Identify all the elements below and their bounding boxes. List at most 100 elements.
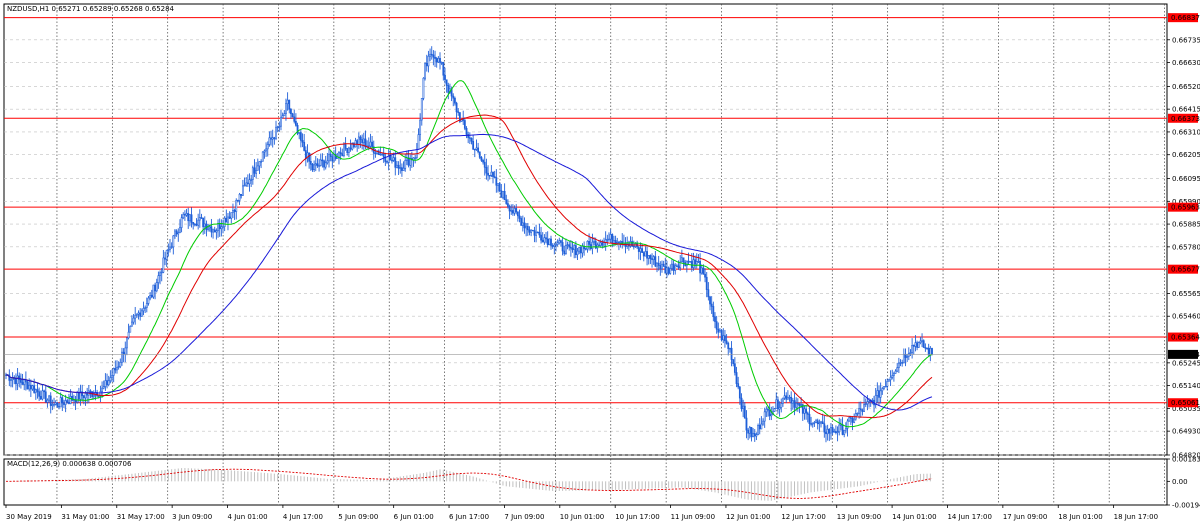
candle-body [511, 210, 514, 214]
macd-y-tick-label: -0.001942 [1172, 502, 1200, 510]
moving-average-line[interactable] [6, 133, 933, 411]
candle-body [747, 429, 750, 434]
candle-body [233, 209, 236, 212]
candle-body [278, 125, 281, 128]
candle-body [121, 351, 123, 363]
candle-body [849, 417, 852, 419]
candle-body [240, 193, 243, 196]
candle-body [810, 423, 812, 425]
candle-body [15, 378, 17, 385]
candle-body [566, 244, 569, 246]
candle-body [526, 225, 529, 231]
candle-body [556, 242, 559, 245]
candle-body [97, 395, 100, 397]
candle-body [561, 242, 564, 252]
candle-body [818, 422, 821, 425]
candle-body [856, 412, 859, 415]
candle-body [563, 250, 566, 254]
candle-body [831, 427, 834, 433]
candle-body [768, 409, 771, 417]
candle-body [23, 379, 26, 385]
candle-body [709, 296, 711, 305]
candle-body [571, 247, 574, 250]
candle-body [212, 229, 214, 233]
candle-body [584, 248, 587, 250]
candle-body [883, 386, 885, 389]
candle-body [313, 164, 316, 171]
chart-window[interactable]: 0.66735 0.66630 0.66520 0.66415 0.66310 0.662… [0, 0, 1200, 523]
candle-body [20, 379, 22, 383]
candle-body [765, 408, 768, 413]
x-tick-label: 14 Jun 01:00 [892, 513, 936, 521]
candle-body [775, 399, 778, 410]
candle-body [914, 342, 917, 347]
candle-body [661, 263, 663, 270]
candle-body [838, 424, 841, 433]
candle-body [470, 137, 473, 142]
candle-body [294, 121, 297, 126]
candle-body [222, 226, 224, 228]
candle-body [180, 217, 183, 228]
candle-body [475, 147, 478, 150]
candle-body [281, 115, 284, 119]
candle-body [666, 267, 668, 274]
candle-body [828, 428, 831, 434]
candle-body [260, 161, 263, 163]
candle-body [235, 200, 238, 212]
candle-body [719, 330, 721, 333]
candle-body [921, 340, 923, 342]
candle-body [846, 420, 849, 429]
candle-body [927, 347, 930, 356]
candle-body [664, 266, 667, 274]
candle-body [48, 395, 50, 401]
candle-body [861, 409, 864, 412]
candle-body [502, 190, 504, 198]
candle-body [864, 403, 867, 406]
candle-body [782, 397, 784, 404]
candle-body [657, 262, 660, 266]
candle-body [434, 56, 436, 59]
candle-body [200, 217, 203, 219]
candle-body [56, 402, 59, 407]
candle-body [149, 294, 152, 299]
chart-canvas[interactable]: 0.66735 0.66630 0.66520 0.66415 0.66310 0.662… [0, 0, 1200, 523]
candle-body [324, 162, 327, 168]
candle-body [139, 312, 142, 317]
candle-body [69, 396, 72, 404]
candle-body [273, 137, 276, 139]
candle-body [488, 174, 491, 177]
candle-body [140, 310, 143, 317]
candle-body [477, 147, 480, 153]
candle-body [218, 223, 221, 230]
moving-average-line[interactable] [6, 114, 933, 419]
candle-body [280, 117, 282, 127]
candle-body [256, 165, 259, 171]
candle-body [82, 395, 85, 399]
candle-body [821, 421, 824, 425]
macd-y-tick-label: 0.00 [1172, 478, 1188, 486]
candle-body [815, 420, 817, 423]
candle-body [386, 161, 388, 163]
candle-body [442, 62, 445, 76]
candle-body [341, 153, 344, 157]
candle-body [228, 216, 231, 219]
candle-body [301, 140, 304, 143]
candle-body [286, 99, 289, 105]
candle-body [129, 326, 132, 333]
candle-body [179, 227, 181, 234]
moving-average-line[interactable] [6, 80, 933, 428]
candle-body [250, 179, 253, 181]
candle-body [803, 408, 806, 414]
candle-body [904, 353, 907, 358]
candle-body [793, 400, 796, 408]
candle-body [422, 77, 425, 99]
candle-body [811, 422, 814, 425]
candle-body [270, 137, 272, 140]
candle-body [150, 294, 153, 298]
candle-body [601, 242, 604, 246]
candle-body [677, 265, 680, 269]
x-tick-label: 12 Jun 17:00 [781, 513, 825, 521]
candle-body [227, 216, 229, 223]
candle-body [603, 242, 605, 246]
candle-body [613, 240, 615, 244]
